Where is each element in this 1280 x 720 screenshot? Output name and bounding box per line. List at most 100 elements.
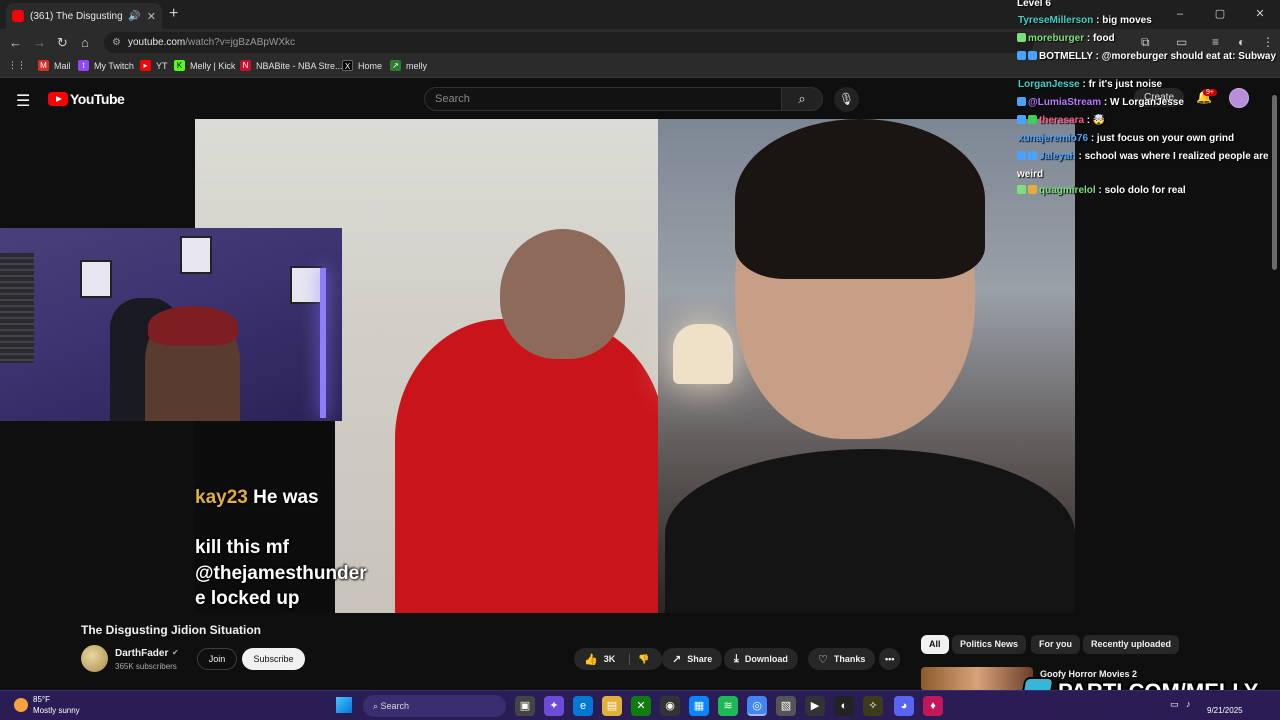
- thanks-button[interactable]: ♡ Thanks: [808, 648, 876, 670]
- chat-text: : food: [1084, 33, 1115, 44]
- scrollbar-thumb[interactable]: [1272, 95, 1277, 270]
- obs-icon[interactable]: ◉: [660, 696, 680, 716]
- plus-badge-icon: [1017, 33, 1026, 42]
- temperature: 85°F: [33, 695, 50, 704]
- bookmark-mail[interactable]: M Mail: [38, 60, 71, 71]
- spotify-icon[interactable]: ≋: [718, 696, 738, 716]
- xbox-icon[interactable]: ✕: [631, 696, 651, 716]
- youtube-logo[interactable]: YouTube: [48, 91, 125, 107]
- windows-taskbar: 85°F Mostly sunny ⌕ Search ▣ ✦ e ▤ ✕ ◉ ▦ …: [0, 690, 1280, 720]
- video-title: The Disgusting Jidion Situation: [81, 623, 261, 637]
- more-actions-button[interactable]: •••: [879, 648, 901, 670]
- copilot-icon[interactable]: ✦: [544, 696, 564, 716]
- mail-icon: M: [38, 60, 49, 71]
- discord-icon[interactable]: ◕: [894, 696, 914, 716]
- file-explorer-icon[interactable]: ▤: [602, 696, 622, 716]
- forward-arrow-icon[interactable]: →: [33, 35, 46, 50]
- twitch-icon: t: [78, 60, 89, 71]
- store-icon[interactable]: ▦: [689, 696, 709, 716]
- chat-text: : W LorganJesse: [1101, 97, 1184, 108]
- task-view-icon[interactable]: ▣: [515, 696, 535, 716]
- taskbar-search-label: Search: [380, 701, 410, 711]
- app-icon[interactable]: ◐: [834, 696, 854, 716]
- bookmark-label: melly: [406, 60, 428, 71]
- photos-icon[interactable]: ▧: [776, 696, 796, 716]
- share-icon: ↗: [672, 653, 682, 666]
- subtitle-line-2: kill this mf: [195, 537, 289, 558]
- thanks-label: Thanks: [833, 654, 866, 664]
- chat-message: LorganJesse : fr it's just noise: [1018, 76, 1280, 94]
- bookmark-nbabite[interactable]: N NBABite - NBA Stre...: [240, 60, 343, 71]
- apps-grid-icon[interactable]: ⋮⋮: [8, 60, 26, 71]
- browser-tab-youtube[interactable]: (361) The Disgusting Jidion 🔊 ✕: [6, 3, 162, 29]
- volume-icon[interactable]: ♪: [1186, 699, 1191, 709]
- x-icon: X: [342, 60, 353, 71]
- chat-user: TyreseMillerson: [1018, 15, 1094, 26]
- share-button[interactable]: ↗ Share: [662, 648, 723, 670]
- home-icon[interactable]: ⌂: [81, 35, 89, 50]
- chip-politics-news[interactable]: Politics News: [952, 635, 1027, 654]
- chat-text: : just focus on your own grind: [1088, 133, 1235, 144]
- new-tab-button[interactable]: +: [169, 5, 178, 23]
- search-input[interactable]: Search: [424, 87, 782, 111]
- subscribe-button[interactable]: Subscribe: [242, 648, 305, 670]
- download-button[interactable]: ⤓ Download: [724, 648, 798, 670]
- media-player-icon[interactable]: ▶: [805, 696, 825, 716]
- hamburger-menu-icon[interactable]: ☰: [16, 91, 30, 111]
- chat-level: Level 6: [1017, 0, 1051, 9]
- app-icon[interactable]: ✧: [863, 696, 883, 716]
- speaker-icon[interactable]: 🔊: [128, 11, 140, 22]
- thumbs-up-icon[interactable]: 👍: [584, 653, 598, 666]
- close-tab-icon[interactable]: ✕: [147, 10, 156, 23]
- channel-name[interactable]: DarthFader: [115, 648, 168, 659]
- microphone-icon: 🎙: [838, 92, 855, 106]
- back-arrow-icon[interactable]: ←: [9, 35, 22, 50]
- url-field[interactable]: ⚙ youtube.com/watch?v=jgBzABpWXkc: [104, 32, 1034, 53]
- search-icon: ⌕: [798, 91, 806, 106]
- subtitle-text: He was: [247, 487, 319, 508]
- like-dislike-button[interactable]: 👍 3K 👎: [574, 648, 662, 670]
- chat-message: moreburger : food: [1017, 30, 1279, 48]
- url-path: /watch?v=jgBzABpWXkc: [185, 37, 296, 48]
- thumbs-down-icon[interactable]: 👎: [629, 653, 649, 665]
- chrome-icon[interactable]: ◎: [747, 696, 767, 716]
- url-domain: youtube.com: [128, 37, 186, 48]
- chip-recently-uploaded[interactable]: Recently uploaded: [1083, 635, 1180, 654]
- network-icon[interactable]: ▭: [1170, 699, 1179, 710]
- bookmark-my-twitch[interactable]: t My Twitch: [78, 60, 134, 71]
- bookmark-yt[interactable]: ▸ YT: [140, 60, 168, 71]
- page-scrollbar[interactable]: [1271, 90, 1279, 620]
- windows-start-icon[interactable]: [336, 697, 352, 713]
- chat-user: xunajeremio76: [1018, 133, 1089, 144]
- site-info-icon[interactable]: ⚙: [112, 32, 121, 53]
- bookmark-label: Home: [358, 60, 383, 71]
- download-label: Download: [744, 654, 788, 664]
- weather-condition: Mostly sunny: [33, 706, 80, 715]
- join-button[interactable]: Join: [197, 648, 237, 670]
- bookmark-melly-kick[interactable]: K Melly | Kick: [174, 60, 235, 71]
- search-button[interactable]: ⌕: [781, 87, 823, 111]
- weather-widget[interactable]: 85°F Mostly sunny: [14, 694, 80, 716]
- taskbar-date[interactable]: 9/21/2025: [1207, 706, 1243, 715]
- subtitle-user: kay23: [195, 487, 248, 508]
- bookmark-home[interactable]: X Home: [342, 60, 382, 71]
- like-count: 3K: [603, 654, 616, 664]
- subscriber-badge-icon: [1028, 115, 1037, 124]
- chat-message: therasara : 🤯: [1017, 112, 1279, 130]
- reload-icon[interactable]: ↻: [57, 35, 68, 51]
- share-label: Share: [687, 654, 713, 664]
- channel-avatar[interactable]: [81, 645, 108, 672]
- wall-poster: [180, 236, 212, 274]
- voice-search-button[interactable]: 🎙: [834, 87, 859, 112]
- bookmark-label: YT: [156, 60, 168, 71]
- edge-icon[interactable]: e: [573, 696, 593, 716]
- app-icon[interactable]: ♦: [923, 696, 943, 716]
- chat-text: : @moreburger should eat at: Subway: [1092, 51, 1277, 62]
- chat-user: BOTMELLY: [1039, 51, 1093, 62]
- bookmark-melly[interactable]: ↗ melly: [390, 60, 427, 71]
- next-video-thumbnail[interactable]: [921, 667, 1033, 691]
- taskbar-search[interactable]: ⌕ Search: [363, 695, 506, 717]
- chip-all[interactable]: All: [921, 635, 949, 654]
- chat-user: Jaleyah: [1039, 151, 1076, 162]
- chip-for-you[interactable]: For you: [1031, 635, 1080, 654]
